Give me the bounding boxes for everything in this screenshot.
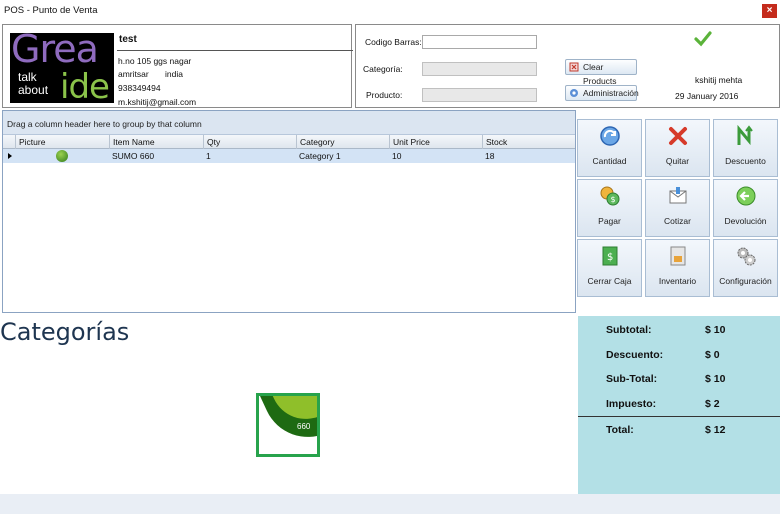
- company-name: test: [119, 34, 137, 45]
- quote-icon: [669, 187, 687, 204]
- grid-header: Picture Item Name Qty Category Unit Pric…: [3, 135, 575, 149]
- tax-label: Impuesto:: [606, 398, 657, 410]
- svg-text:$: $: [607, 252, 613, 263]
- search-panel: Codigo Barras: Categoría: Producto: Clea…: [355, 24, 780, 108]
- cell-unit-price: 10: [392, 151, 402, 161]
- column-header-stock[interactable]: Stock: [482, 135, 575, 149]
- admin-gear-icon: [570, 89, 578, 97]
- product-picture: [56, 150, 68, 162]
- divider: [578, 416, 780, 417]
- subtotal-label: Subtotal:: [606, 324, 652, 336]
- devolucion-button[interactable]: Devolución: [713, 179, 778, 237]
- column-header-picture[interactable]: Picture: [15, 135, 109, 149]
- group-by-area[interactable]: Drag a column header here to group by th…: [3, 111, 575, 135]
- company-address: h.no 105 ggs nagar: [118, 56, 192, 66]
- subtotal2-label: Sub-Total:: [606, 373, 658, 385]
- divider: [117, 50, 353, 51]
- row-indicator-icon: [8, 153, 12, 159]
- cell-stock: 18: [485, 151, 495, 161]
- barcode-label: Codigo Barras:: [365, 37, 422, 47]
- category-tile[interactable]: 660: [256, 393, 320, 457]
- company-logo: Grea talk about ide: [10, 33, 114, 103]
- product-grid: Drag a column header here to group by th…: [2, 110, 576, 313]
- inventory-icon: [670, 246, 686, 266]
- quantity-icon: [600, 126, 620, 146]
- descuento-button[interactable]: Descuento: [713, 119, 778, 177]
- pagar-button[interactable]: $ Pagar: [577, 179, 642, 237]
- discount-icon: [737, 125, 753, 146]
- coins-icon: $: [600, 186, 620, 206]
- current-date: 29 January 2016: [675, 91, 739, 101]
- company-country: india: [165, 69, 183, 79]
- quitar-button[interactable]: Quitar: [645, 119, 710, 177]
- check-icon: [694, 31, 712, 47]
- product-label: Producto:: [366, 90, 403, 100]
- cell-item-name: SUMO 660: [112, 151, 155, 161]
- window-title: POS - Punto de Venta: [4, 5, 98, 16]
- company-city: amritsar: [118, 69, 149, 79]
- return-icon: [736, 186, 756, 206]
- cantidad-button[interactable]: Cantidad: [577, 119, 642, 177]
- main-window: Grea talk about ide test h.no 105 ggs nag…: [0, 22, 780, 494]
- action-panel: Cantidad Quitar Descuento $ Pagar Cotiza…: [576, 110, 780, 313]
- gear-icon: [737, 247, 756, 266]
- column-header-item-name[interactable]: Item Name: [109, 135, 203, 149]
- barcode-input[interactable]: [422, 35, 537, 49]
- close-button[interactable]: ×: [762, 4, 777, 18]
- subtotal-value: $ 10: [705, 324, 726, 336]
- cell-category: Category 1: [299, 151, 341, 161]
- inventario-button[interactable]: Inventario: [645, 239, 710, 297]
- column-header-unit-price[interactable]: Unit Price: [389, 135, 482, 149]
- cell-qty: 1: [206, 151, 211, 161]
- tax-value: $ 2: [705, 398, 720, 410]
- administration-button[interactable]: Administración: [565, 85, 639, 101]
- company-email: m.kshitij@gmail.com: [118, 97, 197, 107]
- configuracion-button[interactable]: Configuración: [713, 239, 778, 297]
- column-header-qty[interactable]: Qty: [203, 135, 296, 149]
- table-row[interactable]: SUMO 660 1 Category 1 10 18: [3, 149, 575, 163]
- title-bar: POS - Punto de Venta ×: [0, 0, 780, 22]
- cash-box-icon: $: [602, 246, 618, 266]
- remove-icon: [669, 127, 687, 145]
- cerrar-caja-button[interactable]: $ Cerrar Caja: [577, 239, 642, 297]
- subtotal2-value: $ 10: [705, 373, 726, 385]
- svg-text:$: $: [611, 195, 616, 204]
- discount-value: $ 0: [705, 349, 720, 361]
- category-input[interactable]: [422, 62, 537, 76]
- cotizar-button[interactable]: Cotizar: [645, 179, 710, 237]
- clear-products-button[interactable]: Clear Products: [565, 59, 637, 86]
- user-name: kshitij mehta: [695, 75, 743, 85]
- clear-icon: [569, 62, 579, 72]
- total-value: $ 12: [705, 424, 726, 436]
- product-input[interactable]: [422, 88, 537, 102]
- company-phone: 938349494: [118, 83, 161, 93]
- total-label: Total:: [606, 424, 634, 436]
- category-tile-label: 660: [297, 422, 311, 431]
- column-header-category[interactable]: Category: [296, 135, 389, 149]
- categories-title: Categorías: [0, 318, 130, 346]
- category-label: Categoría:: [363, 64, 403, 74]
- company-panel: Grea talk about ide test h.no 105 ggs nag…: [2, 24, 353, 108]
- totals-panel: Subtotal: $ 10 Descuento: $ 0 Sub-Total:…: [578, 316, 780, 494]
- discount-label: Descuento:: [606, 349, 664, 361]
